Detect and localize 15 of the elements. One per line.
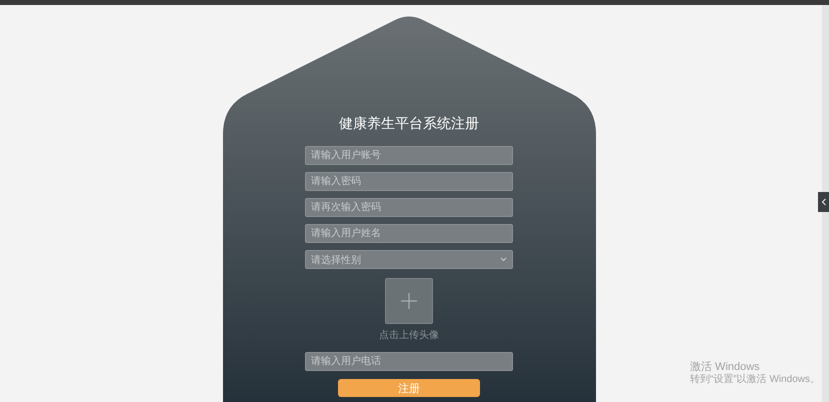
gender-select[interactable]: 请选择性别	[305, 250, 513, 269]
chevron-left-icon	[820, 198, 826, 206]
activation-title: 激活 Windows	[690, 361, 761, 374]
input-field[interactable]: 请输入用户姓名	[305, 224, 513, 243]
register-button[interactable]: 注册	[338, 379, 480, 397]
input-field[interactable]: 请输入用户账号	[305, 146, 513, 165]
chevron-down-icon	[500, 257, 507, 262]
input-field[interactable]: 请再次输入密码	[305, 198, 513, 217]
activation-message: 转到“设置”以激活 Windows。	[690, 374, 820, 386]
upload-caption: 点击上传头像	[379, 330, 439, 342]
plus-icon	[401, 293, 417, 309]
side-tab[interactable]	[818, 192, 829, 212]
form-title: 健康养生平台系统注册	[339, 115, 479, 134]
input-field[interactable]: 请输入用户电话	[305, 352, 513, 371]
input-field[interactable]: 请输入密码	[305, 172, 513, 191]
